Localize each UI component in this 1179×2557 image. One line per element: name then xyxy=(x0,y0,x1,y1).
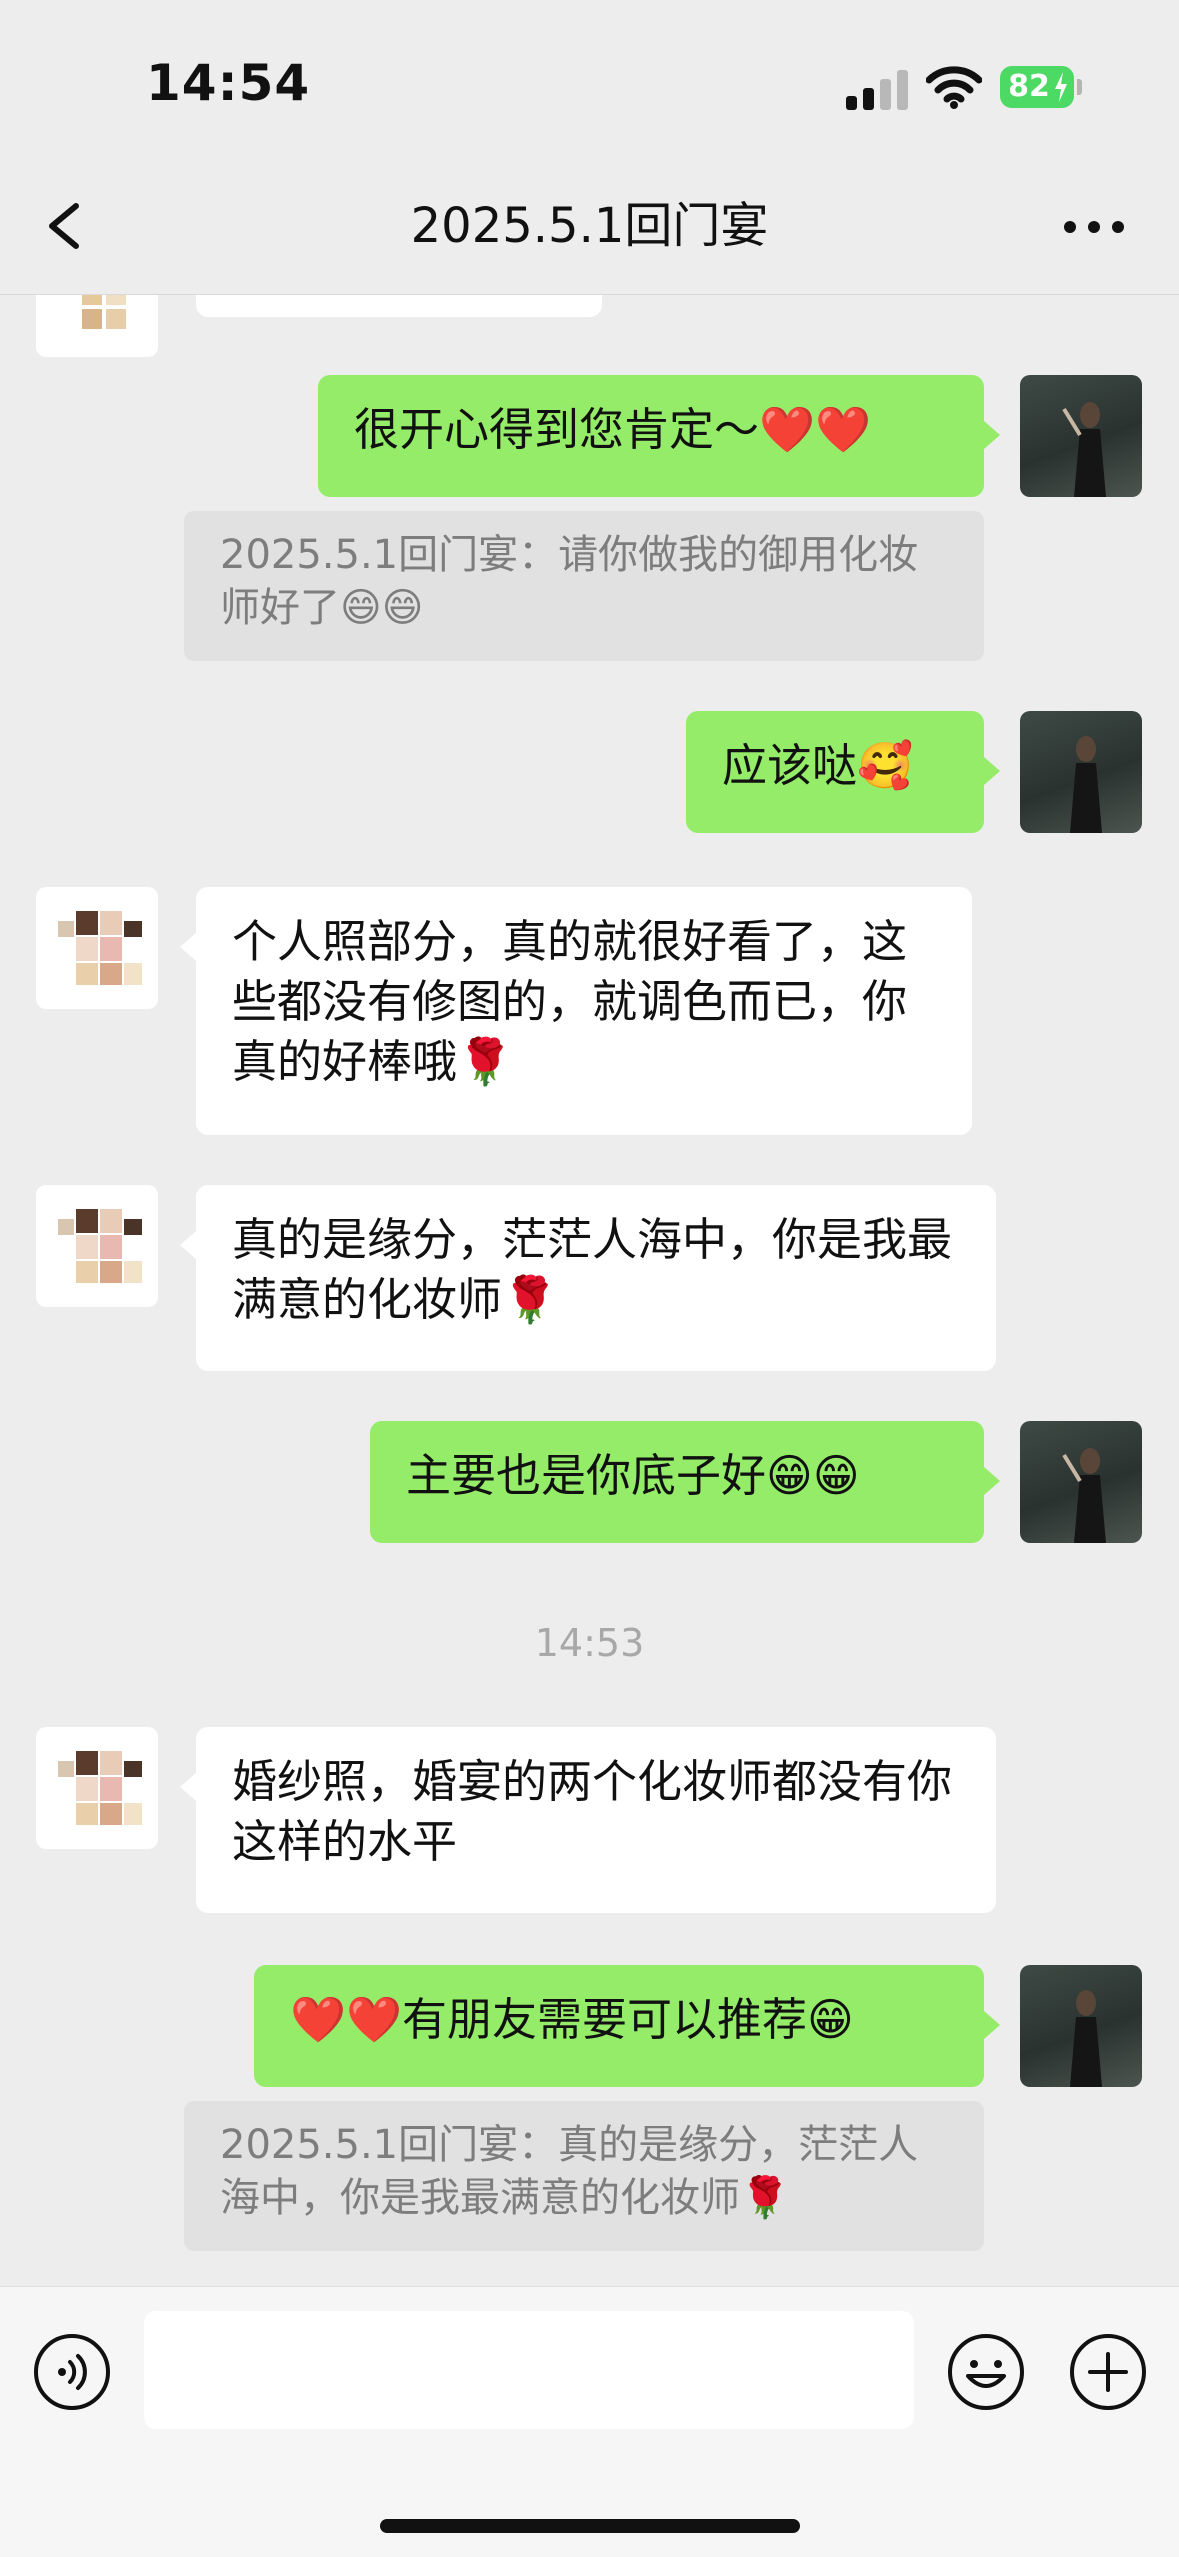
chat-header: 2025.5.1回门宴 xyxy=(0,160,1179,295)
charging-bolt-icon xyxy=(1055,72,1067,102)
chevron-left-icon[interactable] xyxy=(42,200,92,252)
battery-cap xyxy=(1077,79,1082,95)
quoted-reply[interactable]: 2025.5.1回门宴：请你做我的御用化妆师好了😄😄 xyxy=(184,511,984,661)
plus-icon[interactable] xyxy=(1068,2332,1148,2412)
message-timestamp: 14:53 xyxy=(534,1621,645,1665)
input-bar xyxy=(0,2286,1179,2557)
avatar[interactable] xyxy=(36,1185,158,1307)
message-input[interactable] xyxy=(144,2311,914,2429)
bubble-tail xyxy=(984,1467,1000,1495)
avatar[interactable] xyxy=(36,887,158,1009)
message-text: 个人照部分，真的就很好看了，这些都没有修图的，就调色而已，你真的好棒哦🌹 xyxy=(232,915,908,1088)
message-bubble-received[interactable]: 个人照部分，真的就很好看了，这些都没有修图的，就调色而已，你真的好棒哦🌹 xyxy=(196,887,972,1135)
message-text: 很开心得到您肯定～❤️❤️ xyxy=(354,403,872,456)
message-bubble-received[interactable]: 真的是缘分，茫茫人海中，你是我最满意的化妆师🌹 xyxy=(196,1185,996,1371)
bubble-tail xyxy=(180,1231,196,1259)
home-indicator xyxy=(380,2519,800,2533)
quote-text: 2025.5.1回门宴：真的是缘分，茫茫人海中，你是我最满意的化妆师🌹 xyxy=(220,2122,919,2221)
battery-level: 82 xyxy=(1008,69,1050,104)
bubble-tail xyxy=(984,757,1000,785)
signal-icon xyxy=(846,70,908,110)
avatar[interactable] xyxy=(1020,1965,1142,2087)
wifi-icon xyxy=(926,66,982,109)
avatar[interactable] xyxy=(36,295,158,357)
bubble-tail xyxy=(984,2011,1000,2039)
message-bubble-sent[interactable]: ❤️❤️有朋友需要可以推荐😁 xyxy=(254,1965,984,2087)
emoji-icon[interactable] xyxy=(946,2332,1026,2412)
quote-text: 2025.5.1回门宴：请你做我的御用化妆师好了😄😄 xyxy=(220,532,919,631)
message-bubble-received[interactable]: 婚纱照，婚宴的两个化妆师都没有你这样的水平 xyxy=(196,1727,996,1913)
status-bar: 14:54 82 xyxy=(0,0,1179,160)
message-text: 婚纱照，婚宴的两个化妆师都没有你这样的水平 xyxy=(232,1755,953,1868)
bubble-tail xyxy=(984,421,1000,449)
message-text: 主要也是你底子好😁😁 xyxy=(406,1449,860,1502)
message-bubble-sent[interactable]: 很开心得到您肯定～❤️❤️ xyxy=(318,375,984,497)
bubble-tail xyxy=(180,933,196,961)
message-list[interactable]: 很开心得到您肯定～❤️❤️ 2025.5.1回门宴：请你做我的御用化妆师好了😄😄… xyxy=(0,295,1179,2286)
more-dots-icon[interactable] xyxy=(1062,212,1126,242)
avatar[interactable] xyxy=(36,1727,158,1849)
battery-indicator: 82 xyxy=(1000,66,1074,108)
avatar[interactable] xyxy=(1020,711,1142,833)
message-bubble-sent[interactable]: 主要也是你底子好😁😁 xyxy=(370,1421,984,1543)
quoted-reply[interactable]: 2025.5.1回门宴：真的是缘分，茫茫人海中，你是我最满意的化妆师🌹 xyxy=(184,2101,984,2251)
voice-icon[interactable] xyxy=(32,2332,112,2412)
message-text: 应该哒🥰 xyxy=(722,739,914,792)
bubble-tail xyxy=(180,1773,196,1801)
message-text: ❤️❤️有朋友需要可以推荐😁 xyxy=(290,1993,854,2046)
avatar[interactable] xyxy=(1020,375,1142,497)
message-bubble-partial[interactable] xyxy=(196,295,602,317)
status-time: 14:54 xyxy=(146,54,311,112)
avatar[interactable] xyxy=(1020,1421,1142,1543)
message-text: 真的是缘分，茫茫人海中，你是我最满意的化妆师🌹 xyxy=(232,1213,953,1326)
message-bubble-sent[interactable]: 应该哒🥰 xyxy=(686,711,984,833)
page-title: 2025.5.1回门宴 xyxy=(410,198,769,254)
